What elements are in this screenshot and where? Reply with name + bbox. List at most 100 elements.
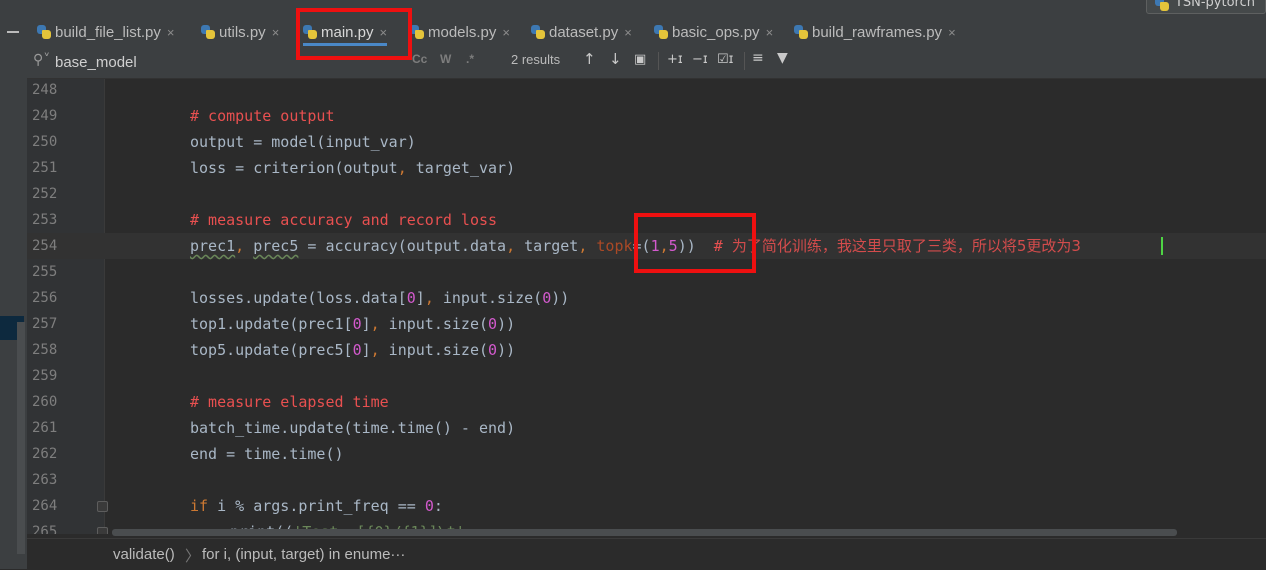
tab-models[interactable]: models.py × bbox=[410, 18, 510, 46]
code-text: # compute output bbox=[190, 107, 335, 125]
line-number: 263 bbox=[32, 472, 58, 488]
search-query: base_model bbox=[55, 54, 137, 71]
line-number: 255 bbox=[32, 264, 58, 280]
filter-icon[interactable]: ▼ bbox=[777, 50, 788, 66]
python-file-icon bbox=[531, 25, 545, 39]
multiline-icon[interactable]: ≡ bbox=[752, 50, 764, 66]
tab-label: main.py bbox=[321, 23, 374, 41]
python-file-icon bbox=[37, 25, 51, 39]
regex-toggle[interactable]: .* bbox=[466, 52, 474, 66]
python-file-icon bbox=[201, 25, 215, 39]
left-tool-strip bbox=[0, 18, 27, 569]
line-number: 260 bbox=[32, 394, 58, 410]
python-file-icon bbox=[303, 25, 317, 39]
tab-label: build_rawframes.py bbox=[812, 23, 943, 41]
line-number: 259 bbox=[32, 368, 58, 384]
code-editor[interactable]: 248 249 # compute output 250 output = mo… bbox=[27, 79, 1266, 534]
python-file-icon bbox=[410, 25, 424, 39]
close-icon[interactable]: × bbox=[272, 25, 280, 40]
code-line[interactable]: 256 losses.update(loss.data[0], input.si… bbox=[27, 285, 1266, 311]
project-selector[interactable]: TSN-pytorch bbox=[1145, 0, 1266, 14]
line-number: 265 bbox=[32, 524, 58, 534]
whole-words-toggle[interactable]: W bbox=[440, 52, 451, 66]
close-icon[interactable]: × bbox=[502, 25, 510, 40]
tab-label: dataset.py bbox=[549, 23, 619, 41]
code-line[interactable]: 262 end = time.time() bbox=[27, 441, 1266, 467]
next-occurrence-icon[interactable]: ↓ bbox=[609, 50, 622, 68]
code-text: top1.update(prec1[0], input.size(0)) bbox=[190, 315, 516, 333]
python-file-icon bbox=[794, 25, 808, 39]
code-text: # measure elapsed time bbox=[190, 393, 389, 411]
code-line[interactable]: 261 batch_time.update(time.time() - end) bbox=[27, 415, 1266, 441]
code-line[interactable]: 259 bbox=[27, 363, 1266, 389]
tab-main[interactable]: main.py × bbox=[303, 18, 388, 46]
code-text: output = model(input_var) bbox=[190, 133, 416, 151]
code-line[interactable]: 250 output = model(input_var) bbox=[27, 129, 1266, 155]
code-line[interactable]: 255 bbox=[27, 259, 1266, 285]
text-cursor bbox=[1161, 237, 1163, 255]
line-number: 257 bbox=[32, 316, 58, 332]
tab-build-rawframes[interactable]: build_rawframes.py × bbox=[794, 18, 956, 46]
vertical-scrollbar[interactable] bbox=[17, 322, 25, 554]
editor-tab-bar: build_file_list.py × utils.py × main.py … bbox=[27, 18, 1266, 47]
toolbar-separator bbox=[658, 52, 659, 70]
close-icon[interactable]: × bbox=[624, 25, 632, 40]
python-file-icon bbox=[654, 25, 668, 39]
code-text: loss = criterion(output, target_var) bbox=[190, 159, 516, 177]
code-text: prec1, prec5 = accuracy(output.data, tar… bbox=[190, 237, 1081, 255]
code-text: if i % args.print_freq == 0: bbox=[190, 497, 443, 515]
horizontal-scrollbar[interactable] bbox=[112, 529, 1177, 536]
top-strip: TSN-pytorch bbox=[0, 0, 1266, 18]
select-all-occurrences-icon[interactable]: ☑ɪ bbox=[717, 52, 734, 67]
code-line[interactable]: 253 # measure accuracy and record loss bbox=[27, 207, 1266, 233]
close-icon[interactable]: × bbox=[167, 25, 175, 40]
code-line[interactable]: 248 bbox=[27, 79, 1266, 103]
code-line[interactable]: 257 top1.update(prec1[0], input.size(0)) bbox=[27, 311, 1266, 337]
match-case-toggle[interactable]: Cc bbox=[412, 52, 427, 66]
line-number: 256 bbox=[32, 290, 58, 306]
toolbar-separator bbox=[744, 52, 745, 70]
breadcrumb: validate() 〉 for i, (input, target) in e… bbox=[27, 538, 1266, 570]
close-icon[interactable]: × bbox=[948, 25, 956, 40]
breadcrumb-item-validate[interactable]: validate() bbox=[113, 546, 175, 563]
collapse-icon[interactable] bbox=[7, 31, 19, 33]
code-line-current[interactable]: 254 prec1, prec5 = accuracy(output.data,… bbox=[27, 233, 1266, 259]
tab-basic-ops[interactable]: basic_ops.py × bbox=[654, 18, 773, 46]
code-line[interactable]: 263 bbox=[27, 467, 1266, 493]
remove-selection-icon[interactable]: −ɪ bbox=[692, 52, 708, 67]
code-line[interactable]: 249 # compute output bbox=[27, 103, 1266, 129]
tab-label: basic_ops.py bbox=[672, 23, 760, 41]
line-number: 258 bbox=[32, 342, 58, 358]
code-line[interactable]: 264 if i % args.print_freq == 0: bbox=[27, 493, 1266, 519]
tab-build-file-list[interactable]: build_file_list.py × bbox=[37, 18, 175, 46]
tab-utils[interactable]: utils.py × bbox=[201, 18, 279, 46]
previous-occurrence-icon[interactable]: ↑ bbox=[583, 50, 596, 68]
fold-marker-icon[interactable] bbox=[97, 501, 108, 512]
add-selection-icon[interactable]: +ɪ bbox=[667, 52, 683, 67]
code-line[interactable]: 258 top5.update(prec5[0], input.size(0)) bbox=[27, 337, 1266, 363]
line-number: 262 bbox=[32, 446, 58, 462]
code-text: top5.update(prec5[0], input.size(0)) bbox=[190, 341, 516, 359]
breadcrumb-item-for-loop[interactable]: for i, (input, target) in enume··· bbox=[202, 546, 405, 563]
tab-label: build_file_list.py bbox=[55, 23, 161, 41]
find-bar: ⚲˅ base_model Cc W .* 2 results ↑ ↓ ▣ +ɪ… bbox=[27, 46, 1266, 79]
search-results-count: 2 results bbox=[511, 52, 561, 67]
code-line[interactable]: 251 loss = criterion(output, target_var) bbox=[27, 155, 1266, 181]
fold-marker-icon[interactable] bbox=[97, 527, 108, 534]
tab-label: models.py bbox=[428, 23, 497, 41]
breadcrumb-separator: 〉 bbox=[185, 548, 201, 565]
code-line[interactable]: 260 # measure elapsed time bbox=[27, 389, 1266, 415]
line-number: 248 bbox=[32, 82, 58, 98]
line-number: 251 bbox=[32, 160, 58, 176]
filter-window-icon[interactable]: ▣ bbox=[634, 52, 646, 67]
search-icon[interactable]: ⚲˅ bbox=[33, 52, 50, 68]
line-number: 253 bbox=[32, 212, 58, 228]
tab-dataset[interactable]: dataset.py × bbox=[531, 18, 632, 46]
close-icon[interactable]: × bbox=[766, 25, 774, 40]
code-text: losses.update(loss.data[0], input.size(0… bbox=[190, 289, 570, 307]
python-file-icon bbox=[1154, 0, 1169, 11]
line-number: 250 bbox=[32, 134, 58, 150]
code-line[interactable]: 252 bbox=[27, 181, 1266, 207]
project-name: TSN-pytorch bbox=[1174, 0, 1255, 10]
close-icon[interactable]: × bbox=[380, 25, 388, 40]
